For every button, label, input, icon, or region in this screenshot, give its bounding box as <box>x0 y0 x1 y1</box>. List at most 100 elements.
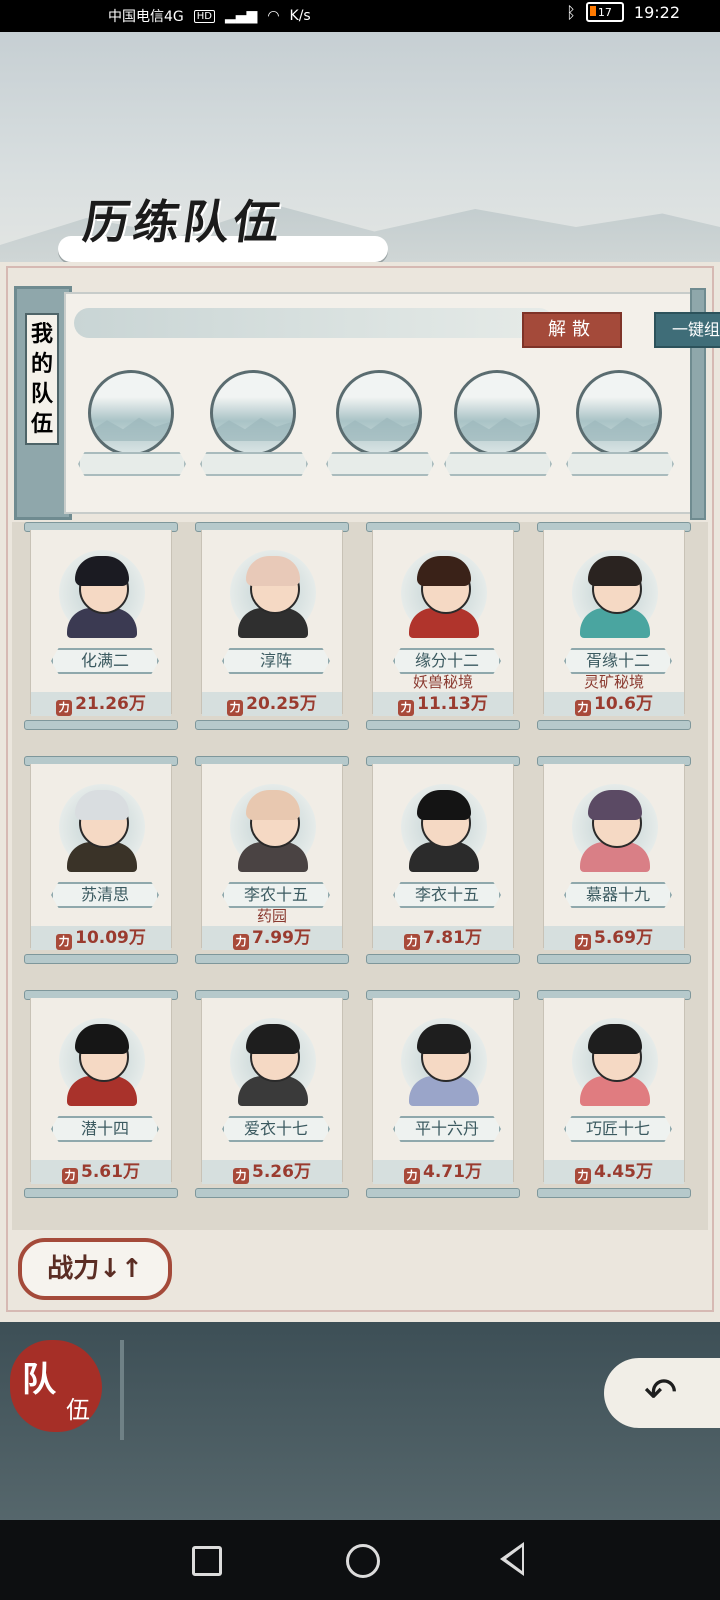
hero-card[interactable]: 缘分十二 妖兽秘境 力 11.13万 <box>366 522 520 730</box>
hero-power: 力 7.81万 <box>373 926 513 950</box>
hero-name: 爱衣十七 <box>222 1116 330 1142</box>
scroll-rod <box>366 720 520 730</box>
scroll-rod <box>366 954 520 964</box>
hero-card-paper: 李衣十五 力 7.81万 <box>372 764 514 950</box>
page-title: 历练队伍 <box>79 195 288 249</box>
back-nav-icon[interactable] <box>500 1542 524 1576</box>
scroll-rod <box>195 954 349 964</box>
hero-power-value: 21.26万 <box>75 694 146 714</box>
hero-power: 力 21.26万 <box>31 692 171 716</box>
battery-level: 17 <box>597 5 612 19</box>
hero-card-paper: 缘分十二 妖兽秘境 力 11.13万 <box>372 530 514 716</box>
scroll-rod <box>24 954 178 964</box>
power-icon: 力 <box>404 1168 421 1184</box>
power-icon: 力 <box>227 700 244 716</box>
hero-name: 平十六丹 <box>393 1116 501 1142</box>
team-slot[interactable] <box>444 370 552 476</box>
hero-card-paper: 慕器十九 力 5.69万 <box>543 764 685 950</box>
my-team-panel: 解散 一键组队 <box>64 288 720 520</box>
battery-icon: 17 <box>585 2 624 22</box>
hero-power-value: 10.6万 <box>594 694 653 714</box>
hero-card[interactable]: 苏清思 力 10.09万 <box>24 756 178 964</box>
carrier-text: 中国电信4G <box>108 9 184 25</box>
signal-icon: ▂▄▆ <box>225 8 258 24</box>
hero-card[interactable]: 胥缘十二 灵矿秘境 力 10.6万 <box>537 522 691 730</box>
hero-name: 淳阵 <box>222 648 330 674</box>
scroll-rod <box>366 1188 520 1198</box>
hero-name: 巧匠十七 <box>564 1116 672 1142</box>
network-speed-unit: K/s <box>289 8 311 24</box>
bluetooth-icon: ᛒ <box>566 2 576 22</box>
dismiss-button[interactable]: 解散 <box>522 312 622 348</box>
hero-card[interactable]: 慕器十九 力 5.69万 <box>537 756 691 964</box>
team-tab-seal[interactable]: 队 伍 <box>10 1340 102 1432</box>
power-icon: 力 <box>56 934 73 950</box>
hero-card[interactable]: 潜十四 力 5.61万 <box>24 990 178 1198</box>
back-button[interactable]: ↶ <box>604 1358 720 1428</box>
hero-power: 力 7.99万 <box>202 926 342 950</box>
team-slot[interactable] <box>78 370 186 476</box>
hero-card[interactable]: 淳阵 力 20.25万 <box>195 522 349 730</box>
clock: 19:22 <box>633 2 680 22</box>
hero-name: 慕器十九 <box>564 882 672 908</box>
hero-location: 妖兽秘境 <box>412 673 473 691</box>
power-icon: 力 <box>233 934 250 950</box>
hero-card-paper: 李农十五 药园 力 7.99万 <box>201 764 343 950</box>
hero-power: 力 10.09万 <box>31 926 171 950</box>
bottom-bar <box>0 1322 720 1522</box>
hero-card-paper: 苏清思 力 10.09万 <box>30 764 172 950</box>
scroll-rod <box>537 1188 691 1198</box>
hero-name: 苏清思 <box>51 882 159 908</box>
hero-power: 力 4.71万 <box>373 1160 513 1184</box>
wifi-icon: ◠ <box>267 8 280 24</box>
hero-card[interactable]: 李衣十五 力 7.81万 <box>366 756 520 964</box>
power-icon: 力 <box>398 700 415 716</box>
bottom-divider <box>120 1340 124 1440</box>
hero-card[interactable]: 化满二 力 21.26万 <box>24 522 178 730</box>
team-slot[interactable] <box>200 370 308 476</box>
my-team-label: 我 的 队 伍 <box>25 313 59 445</box>
hero-name: 化满二 <box>51 648 159 674</box>
hero-power-value: 10.09万 <box>75 928 146 948</box>
hero-power: 力 5.26万 <box>202 1160 342 1184</box>
hero-card-paper: 巧匠十七 力 4.45万 <box>543 998 685 1184</box>
hero-location: 药园 <box>256 907 287 925</box>
hero-power-value: 7.81万 <box>423 928 482 948</box>
hero-card[interactable]: 平十六丹 力 4.71万 <box>366 990 520 1198</box>
hero-power: 力 4.45万 <box>544 1160 684 1184</box>
hero-card-paper: 潜十四 力 5.61万 <box>30 998 172 1184</box>
scroll-rod <box>24 1188 178 1198</box>
system-nav-bar <box>0 1520 720 1600</box>
hero-card[interactable]: 爱衣十七 力 5.26万 <box>195 990 349 1198</box>
scroll-rod <box>195 1188 349 1198</box>
hero-power-value: 4.45万 <box>594 1162 653 1182</box>
scroll-rod <box>537 720 691 730</box>
power-icon: 力 <box>404 934 421 950</box>
hero-card-paper: 淳阵 力 20.25万 <box>201 530 343 716</box>
hero-card-paper: 平十六丹 力 4.71万 <box>372 998 514 1184</box>
hero-power: 力 5.61万 <box>31 1160 171 1184</box>
hero-power: 力 11.13万 <box>373 692 513 716</box>
hero-location: 灵矿秘境 <box>583 673 644 691</box>
team-info-bar <box>74 308 554 338</box>
hero-card[interactable]: 李农十五 药园 力 7.99万 <box>195 756 349 964</box>
team-slot[interactable] <box>566 370 674 476</box>
hero-card[interactable]: 巧匠十七 力 4.45万 <box>537 990 691 1198</box>
auto-form-team-button[interactable]: 一键组队 <box>654 312 720 348</box>
scroll-rod <box>24 720 178 730</box>
power-icon: 力 <box>575 934 592 950</box>
hero-power-value: 5.69万 <box>594 928 653 948</box>
hero-card-paper: 胥缘十二 灵矿秘境 力 10.6万 <box>543 530 685 716</box>
recent-apps-icon[interactable] <box>192 1546 222 1576</box>
team-slot[interactable] <box>326 370 434 476</box>
home-icon[interactable] <box>346 1544 380 1578</box>
status-bar: 中国电信4G HD ▂▄▆ ◠ K/s ᛒ 17 19:22 <box>0 0 720 32</box>
hero-power-value: 11.13万 <box>417 694 488 714</box>
sort-by-power-button[interactable]: 战力↓↑ <box>18 1238 172 1300</box>
hero-power: 力 5.69万 <box>544 926 684 950</box>
hero-name: 潜十四 <box>51 1116 159 1142</box>
scroll-rod <box>537 954 691 964</box>
scroll-rod <box>195 720 349 730</box>
hero-name: 李衣十五 <box>393 882 501 908</box>
hero-grid: 化满二 力 21.26万 淳阵 力 20.25万 缘分十二 妖兽秘境 力 11.13万 <box>12 522 708 1230</box>
